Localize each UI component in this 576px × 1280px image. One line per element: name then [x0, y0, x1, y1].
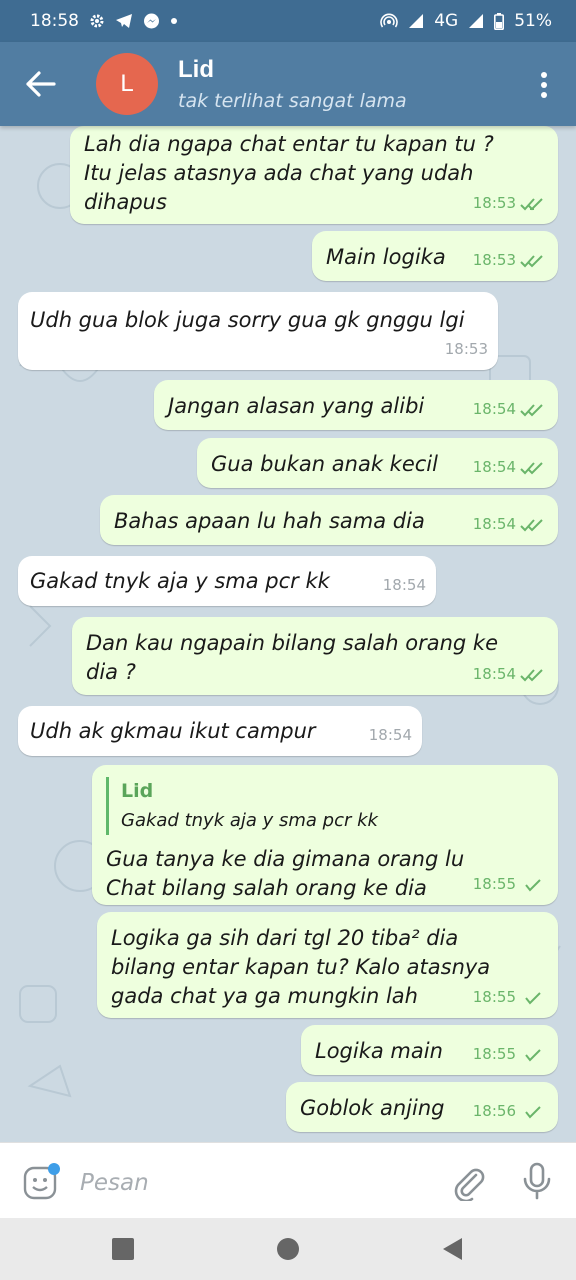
message-text: Gua tanya ke dia gimana orang lu Chat bi… — [106, 847, 465, 900]
messenger-icon — [144, 13, 159, 28]
last-seen-status: tak terlihat sangat lama — [178, 90, 407, 112]
message-meta: 18:55 — [473, 983, 548, 1012]
message-list[interactable]: Lah dia ngapa chat entar tu kapan tu ? I… — [0, 126, 576, 1142]
message-meta: 18:53 — [473, 189, 548, 218]
double-check-icon — [520, 518, 543, 531]
message-text: Main logika — [326, 245, 446, 269]
battery-level: 51% — [514, 11, 552, 31]
message-input[interactable] — [78, 1165, 422, 1201]
message-time: 18:53 — [472, 251, 516, 269]
message-time: 18:53 — [444, 340, 488, 358]
message-time: 18:54 — [472, 458, 516, 476]
message-bubble-outgoing[interactable]: Logika ga sih dari tgl 20 tiba² dia bila… — [97, 912, 558, 1018]
message-bubble-outgoing[interactable]: Dan kau ngapain bilang salah orang ke di… — [72, 617, 558, 695]
message-text: Dan kau ngapain bilang salah orang ke di… — [86, 631, 498, 684]
dot-icon — [171, 18, 177, 24]
message-composer — [0, 1142, 576, 1219]
recents-icon[interactable] — [110, 1236, 136, 1262]
message-time: 18:53 — [472, 194, 516, 212]
message-meta: 18:53 — [473, 246, 548, 275]
network-type: 4G — [434, 11, 459, 31]
reply-text: Gakad tnyk aja y sma pcr kk — [121, 810, 378, 831]
message-meta: 18:53 — [445, 335, 488, 364]
message-time: 18:54 — [472, 665, 516, 683]
microphone-icon[interactable] — [520, 1161, 554, 1201]
telegram-icon — [116, 14, 132, 28]
system-nav-bar — [0, 1218, 576, 1280]
message-time: 18:54 — [472, 515, 516, 533]
message-text: Goblok anjing — [300, 1096, 445, 1120]
gear-icon — [90, 14, 104, 28]
battery-icon — [494, 12, 505, 30]
message-meta: 18:55 — [473, 870, 548, 899]
message-text: Udh ak gkmau ikut campur — [30, 719, 316, 743]
message-bubble-outgoing[interactable]: Lid Gakad tnyk aja y sma pcr kk Gua tany… — [92, 765, 558, 905]
message-bubble-outgoing[interactable]: Goblok anjing 18:56 — [286, 1082, 558, 1132]
double-check-icon — [520, 668, 543, 681]
message-meta: 18:54 — [383, 571, 426, 600]
message-time: 18:56 — [472, 1102, 516, 1120]
home-icon[interactable] — [275, 1236, 301, 1262]
paperclip-icon[interactable] — [450, 1163, 488, 1201]
chat-title[interactable]: Lid — [178, 56, 214, 84]
message-text: Lah dia ngapa chat entar tu kapan tu ? I… — [84, 132, 494, 214]
message-bubble-outgoing[interactable]: Logika main 18:55 — [301, 1025, 558, 1075]
signal-icon — [409, 14, 424, 28]
message-text: Logika main — [315, 1039, 443, 1063]
back-icon[interactable] — [440, 1236, 466, 1262]
single-check-icon — [525, 1048, 541, 1061]
more-options-icon[interactable] — [538, 70, 550, 100]
reply-quote[interactable]: Lid Gakad tnyk aja y sma pcr kk — [106, 777, 498, 835]
double-check-icon — [520, 403, 543, 416]
avatar[interactable]: L — [96, 53, 158, 115]
message-time: 18:54 — [472, 400, 516, 418]
message-bubble-outgoing[interactable]: Main logika 18:53 — [312, 231, 558, 281]
single-check-icon — [525, 1105, 541, 1118]
message-bubble-incoming[interactable]: Gakad tnyk aja y sma pcr kk 18:54 — [18, 556, 436, 606]
message-time: 18:54 — [368, 726, 412, 744]
double-check-icon — [520, 197, 543, 210]
message-bubble-outgoing[interactable]: Gua bukan anak kecil 18:54 — [197, 438, 558, 488]
signal-icon-2 — [469, 14, 484, 28]
double-check-icon — [520, 461, 543, 474]
message-meta: 18:54 — [473, 453, 548, 482]
avatar-letter: L — [120, 70, 134, 97]
message-meta: 18:54 — [473, 510, 548, 539]
message-meta: 18:55 — [473, 1040, 548, 1069]
double-check-icon — [520, 254, 543, 267]
reply-sender: Lid — [121, 780, 154, 802]
message-text: Udh gua blok juga sorry gua gk gnggu lgi — [30, 308, 465, 332]
message-time: 18:55 — [472, 875, 516, 893]
message-text: Gakad tnyk aja y sma pcr kk — [30, 569, 330, 593]
message-bubble-incoming[interactable]: Udh ak gkmau ikut campur 18:54 — [18, 706, 422, 756]
message-time: 18:55 — [472, 988, 516, 1006]
message-bubble-outgoing[interactable]: Bahas apaan lu hah sama dia 18:54 — [100, 495, 558, 545]
single-check-icon — [525, 878, 541, 891]
message-time: 18:55 — [472, 1045, 516, 1063]
status-time: 18:58 — [30, 11, 79, 31]
message-text: Logika ga sih dari tgl 20 tiba² dia bila… — [111, 926, 491, 1008]
chat-header: L Lid tak terlihat sangat lama — [0, 42, 576, 126]
message-text: Jangan alasan yang alibi — [168, 394, 425, 418]
message-text: Gua bukan anak kecil — [211, 452, 438, 476]
hotspot-icon — [380, 13, 398, 28]
single-check-icon — [525, 991, 541, 1004]
message-bubble-incoming[interactable]: Udh gua blok juga sorry gua gk gnggu lgi… — [18, 292, 498, 370]
message-meta: 18:54 — [369, 721, 412, 750]
message-text: Bahas apaan lu hah sama dia — [114, 509, 425, 533]
status-bar: 18:58 4G 51% — [0, 0, 576, 42]
back-arrow-icon[interactable] — [22, 66, 60, 102]
message-bubble-outgoing[interactable]: Jangan alasan yang alibi 18:54 — [154, 380, 558, 430]
message-meta: 18:54 — [473, 395, 548, 424]
message-meta: 18:54 — [473, 660, 548, 689]
sticker-icon[interactable] — [22, 1163, 60, 1201]
message-bubble-outgoing[interactable]: Lah dia ngapa chat entar tu kapan tu ? I… — [70, 126, 558, 224]
message-meta: 18:56 — [473, 1097, 548, 1126]
message-time: 18:54 — [382, 576, 426, 594]
